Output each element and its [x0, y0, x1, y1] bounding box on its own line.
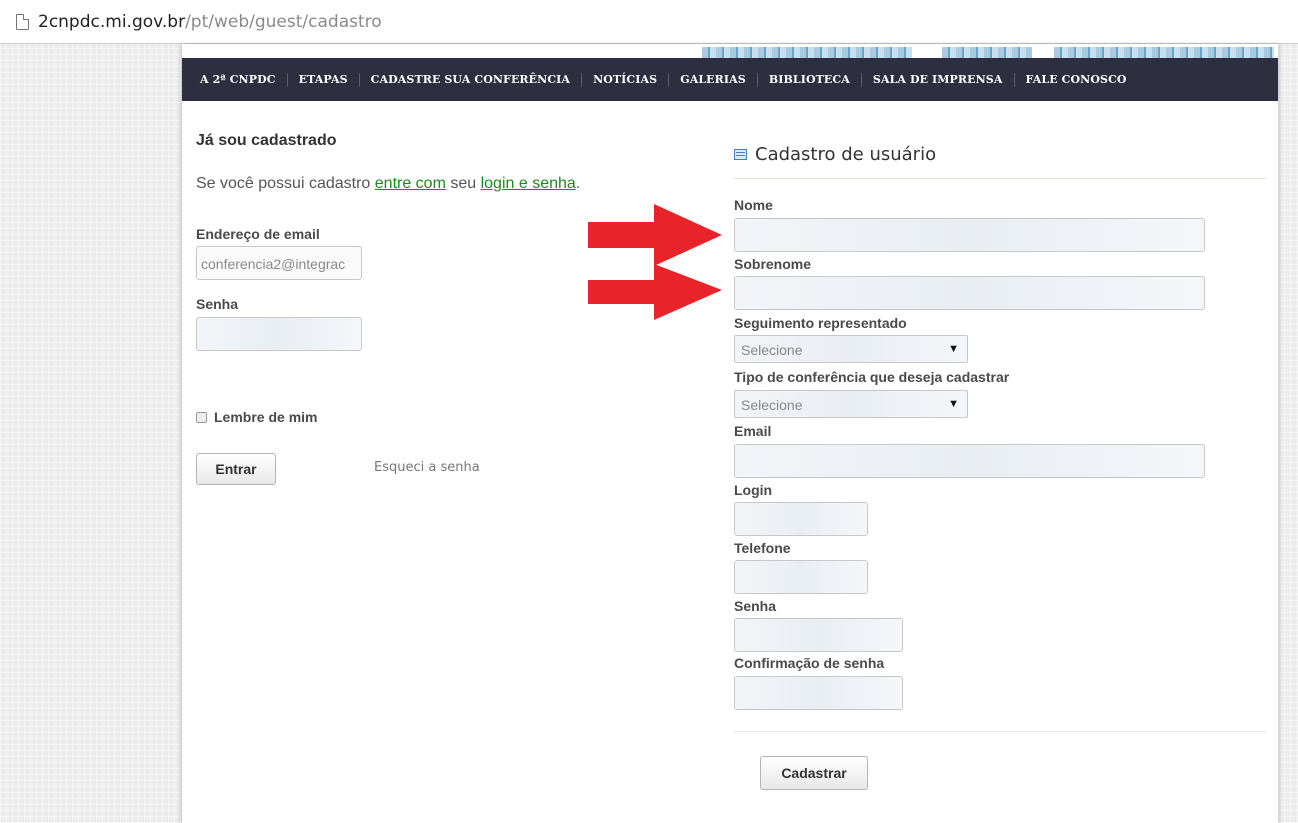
- tipo-selected-value: Selecione: [741, 397, 803, 413]
- email-label: Endereço de email: [196, 226, 320, 242]
- form-icon: [734, 149, 747, 160]
- login-password-input[interactable]: [196, 317, 362, 351]
- url-host: 2cnpdc.mi.gov.br: [38, 11, 186, 32]
- dropdown-arrow-icon: ▼: [948, 398, 959, 410]
- telefone-input[interactable]: [734, 560, 868, 594]
- tipo-conferencia-label: Tipo de conferência que deseja cadastrar: [734, 369, 1010, 385]
- login-email-input[interactable]: conferencia2@integrac: [196, 246, 362, 280]
- address-bar[interactable]: 2cnpdc.mi.gov.br/pt/web/guest/cadastro: [0, 0, 1298, 44]
- annotation-arrow-icon: [588, 204, 722, 266]
- url-path: /pt/web/guest/cadastro: [185, 11, 382, 32]
- cadastrar-button[interactable]: Cadastrar: [760, 756, 868, 790]
- login-info-text: Se você possui cadastro entre com seu lo…: [196, 175, 580, 193]
- seguimento-selected-value: Selecione: [741, 342, 803, 358]
- sobrenome-label: Sobrenome: [734, 256, 812, 272]
- header-banner-strip: [182, 44, 1278, 58]
- registration-title-text: Cadastro de usuário: [755, 144, 937, 165]
- entre-com-link[interactable]: entre com: [375, 175, 446, 192]
- title-divider: [734, 178, 1266, 179]
- form-divider: [734, 731, 1266, 732]
- forgot-password-link[interactable]: Esqueci a senha: [374, 460, 480, 475]
- nav-item-a-2-cnpdc[interactable]: A 2ª CNPDC: [200, 73, 287, 87]
- login-input[interactable]: [734, 502, 868, 536]
- telefone-label: Telefone: [734, 540, 791, 556]
- nav-item-etapas[interactable]: ETAPAS: [286, 72, 359, 87]
- login-title: Já sou cadastrado: [196, 132, 337, 149]
- nome-input[interactable]: [734, 218, 1205, 252]
- nav-item-fale-conosco[interactable]: FALE CONOSCO: [1013, 72, 1138, 87]
- login-label: Login: [734, 482, 773, 498]
- registration-title: Cadastro de usuário: [734, 144, 936, 165]
- seguimento-select[interactable]: Selecione ▼: [734, 335, 968, 363]
- dropdown-arrow-icon: ▼: [948, 343, 959, 355]
- login-info-part: .: [575, 175, 581, 192]
- confirmacao-senha-input[interactable]: [734, 676, 903, 710]
- senha-input[interactable]: [734, 618, 903, 652]
- seguimento-label: Seguimento representado: [734, 315, 907, 331]
- sobrenome-input[interactable]: [734, 276, 1205, 310]
- login-info-part: seu: [445, 175, 481, 192]
- annotation-arrow-icon: [588, 264, 722, 320]
- tipo-conferencia-select[interactable]: Selecione ▼: [734, 390, 968, 418]
- url-text[interactable]: 2cnpdc.mi.gov.br/pt/web/guest/cadastro: [38, 12, 382, 32]
- login-e-senha-link[interactable]: login e senha: [481, 175, 576, 192]
- login-info-part: Se você possui cadastro: [196, 175, 375, 192]
- confirmacao-senha-label: Confirmação de senha: [734, 655, 885, 671]
- email-input[interactable]: [734, 444, 1205, 478]
- nav-item-biblioteca[interactable]: BIBLIOTECA: [756, 72, 861, 87]
- email-label: Email: [734, 423, 772, 439]
- remember-me-label: Lembre de mim: [214, 409, 318, 425]
- page-container: A 2ª CNPDC ETAPAS CADASTRE SUA CONFERÊNC…: [182, 44, 1278, 823]
- nav-item-cadastre[interactable]: CADASTRE SUA CONFERÊNCIA: [358, 72, 581, 87]
- entrar-button[interactable]: Entrar: [196, 453, 276, 485]
- nav-item-noticias[interactable]: NOTÍCIAS: [581, 72, 668, 87]
- page-icon: [16, 13, 29, 30]
- nav-item-sala-de-imprensa[interactable]: SALA DE IMPRENSA: [860, 72, 1014, 87]
- remember-me-checkbox[interactable]: [196, 411, 207, 423]
- password-label: Senha: [196, 296, 239, 312]
- senha-label: Senha: [734, 598, 777, 614]
- main-navbar: A 2ª CNPDC ETAPAS CADASTRE SUA CONFERÊNC…: [182, 58, 1278, 101]
- remember-me-row[interactable]: Lembre de mim: [196, 409, 317, 425]
- nome-label: Nome: [734, 197, 773, 213]
- nav-item-galerias[interactable]: GALERIAS: [668, 72, 757, 87]
